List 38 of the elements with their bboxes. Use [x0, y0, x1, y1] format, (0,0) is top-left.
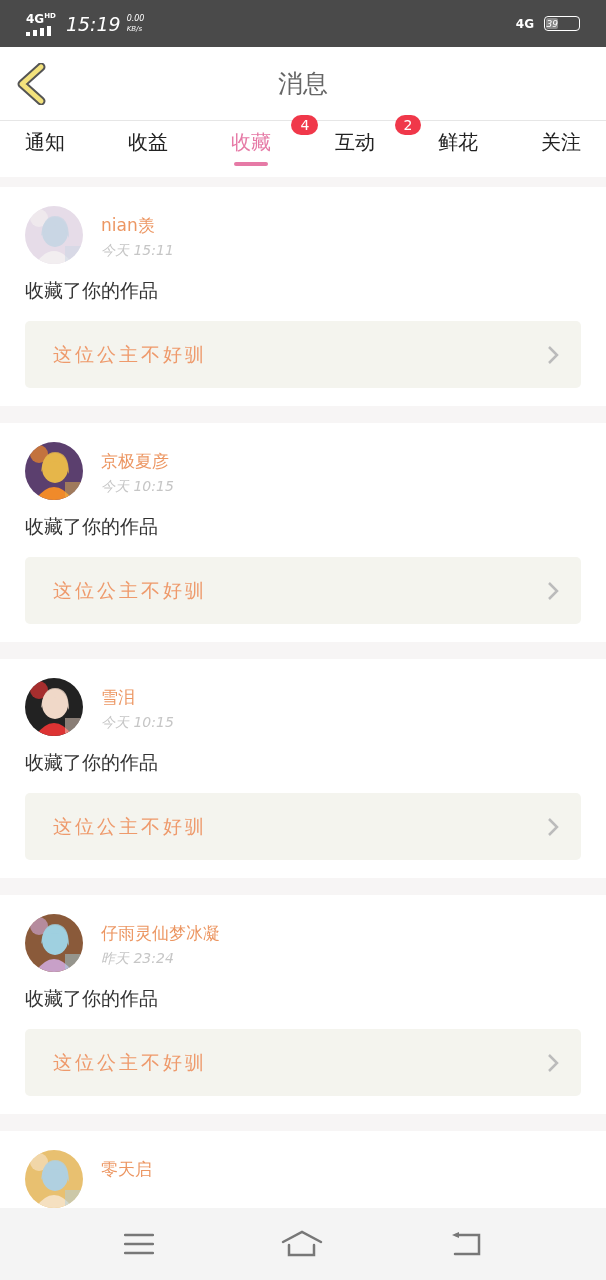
network-label: 4G [26, 11, 45, 26]
battery-icon: 39 [544, 16, 580, 31]
user-name[interactable]: 零天启 [101, 1158, 152, 1181]
count-badge: 2 [394, 115, 422, 135]
tab[interactable]: 通知 [8, 121, 82, 171]
tab[interactable]: 收益 [111, 121, 186, 171]
user-name[interactable]: 雪泪 [101, 686, 174, 709]
page-title: 消息 [278, 68, 328, 100]
clock: 15:19 [65, 12, 121, 35]
tab[interactable]: 互动 [317, 121, 392, 171]
chevron-right-icon [547, 1052, 559, 1073]
network-label: 4G [515, 16, 534, 31]
speed-value: 0.00 [126, 13, 145, 24]
menu-icon[interactable] [123, 1232, 154, 1256]
message-time: 昨天 23:24 [101, 950, 175, 968]
message-text: 收藏了你的作品 [25, 750, 159, 775]
message-text: 收藏了你的作品 [25, 986, 159, 1011]
user-name[interactable]: nian羡 [101, 214, 174, 237]
user-name[interactable]: 仔雨灵仙梦冰凝 [101, 922, 220, 945]
tab[interactable]: 收藏 [214, 121, 289, 171]
home-icon[interactable] [281, 1230, 323, 1258]
signal-icon [26, 25, 52, 36]
chevron-right-icon [547, 580, 559, 601]
work-link[interactable]: 这位公主不好驯 [25, 557, 581, 624]
work-link[interactable]: 这位公主不好驯 [25, 321, 581, 388]
back-icon[interactable] [16, 63, 46, 105]
tab-indicator [234, 162, 269, 166]
message-text: 收藏了你的作品 [25, 514, 159, 539]
chevron-right-icon [547, 344, 559, 365]
back-icon[interactable] [450, 1231, 483, 1257]
tab[interactable]: 关注 [523, 121, 598, 171]
chevron-right-icon [547, 816, 559, 837]
count-badge: 4 [291, 115, 319, 135]
message-text: 收藏了你的作品 [25, 278, 159, 303]
work-link[interactable]: 这位公主不好驯 [25, 793, 581, 860]
user-name[interactable]: 京极夏彦 [101, 450, 174, 473]
work-link[interactable]: 这位公主不好驯 [25, 1029, 581, 1096]
tab[interactable]: 鲜花 [420, 121, 495, 171]
